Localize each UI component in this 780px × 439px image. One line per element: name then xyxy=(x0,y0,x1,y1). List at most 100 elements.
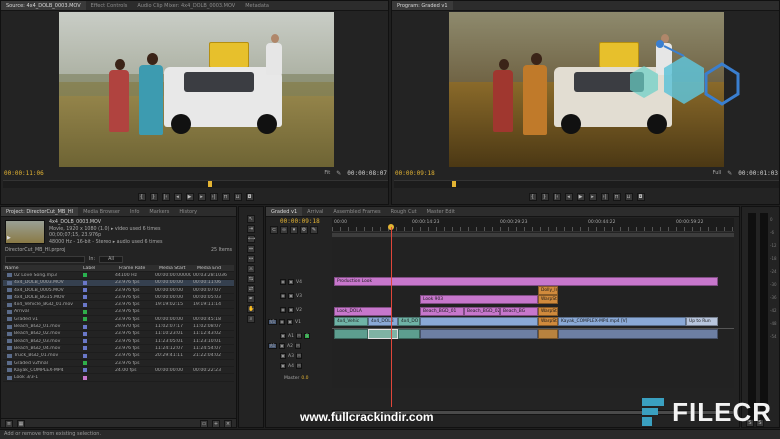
program-mini-timeline[interactable] xyxy=(394,180,779,188)
tab-media-browser[interactable]: Media Browser xyxy=(78,207,125,216)
step-back-icon[interactable]: ◂ xyxy=(173,193,182,201)
project-item-row[interactable]: Beach_BGD_03.mov 23.976 fps 11:23:05:01 11:… xyxy=(3,338,234,346)
play-icon[interactable]: ▶ xyxy=(185,193,194,201)
timeline-clip[interactable]: 4x4_Vehic xyxy=(334,317,368,326)
lock-icon[interactable]: ▣ xyxy=(280,363,286,369)
track-area[interactable]: Production Look Look 903 Dolly_In WarpSt… xyxy=(332,238,734,388)
go-to-out-icon[interactable]: ›| xyxy=(600,193,609,201)
play-icon[interactable]: ▶ xyxy=(7,235,11,241)
wrench-icon[interactable]: ✎ xyxy=(310,226,318,234)
toggle-output-icon[interactable]: ◉ xyxy=(279,319,285,325)
tab-master-edit[interactable]: Master Edit xyxy=(422,207,460,216)
timeline-timecode[interactable]: 00:00:09:18 xyxy=(280,218,320,225)
mute-icon[interactable]: M xyxy=(295,333,302,339)
timeline-clip[interactable]: 4x4_DO xyxy=(398,317,420,326)
tab-effect-controls[interactable]: Effect Controls xyxy=(86,1,133,10)
label-color-swatch[interactable] xyxy=(83,346,87,351)
rate-stretch-tool-icon[interactable]: ↔ xyxy=(247,255,255,263)
tab-info[interactable]: Info xyxy=(125,207,144,216)
timeline-clip[interactable]: Up to Run xyxy=(686,317,718,326)
icon-view-icon[interactable]: ▦ xyxy=(17,420,25,427)
timeline-clip[interactable]: WarpSt xyxy=(538,317,558,326)
master-volume[interactable]: 0.0 xyxy=(301,376,308,381)
in-select[interactable]: All xyxy=(99,256,124,263)
step-back-icon[interactable]: ◂ xyxy=(564,193,573,201)
source-mini-timeline[interactable] xyxy=(3,180,388,188)
trash-icon[interactable]: × xyxy=(224,420,232,427)
tab-audio-clip-mixer[interactable]: Audio Clip Mixer: 4x4_DOLB_0003.MOV xyxy=(132,1,240,10)
label-color-swatch[interactable] xyxy=(83,280,87,285)
mark-out-icon[interactable]: } xyxy=(540,193,549,201)
razor-tool-icon[interactable]: ⚔ xyxy=(247,265,255,273)
lock-icon[interactable]: ▣ xyxy=(279,343,285,349)
source-playhead-icon[interactable] xyxy=(208,181,212,187)
slide-tool-icon[interactable]: ⇄ xyxy=(247,285,255,293)
lock-icon[interactable]: ▣ xyxy=(280,353,286,359)
settings-icon[interactable]: ⚙ xyxy=(300,226,308,234)
timeline-clip[interactable]: WarpSt xyxy=(538,295,558,304)
audio-clip[interactable] xyxy=(558,329,718,339)
selection-tool-icon[interactable]: ↖ xyxy=(247,215,255,223)
label-color-swatch[interactable] xyxy=(83,339,87,344)
audio-clip[interactable] xyxy=(368,329,398,339)
export-frame-icon[interactable]: ◘ xyxy=(245,193,254,201)
tab-history[interactable]: History xyxy=(174,207,202,216)
project-item-row[interactable]: Kayak_COMPLEX-MP4 24.00 fps 00:00:00:00 00:… xyxy=(3,367,234,375)
new-bin-icon[interactable]: ▭ xyxy=(200,420,208,427)
toggle-output-icon[interactable]: ◉ xyxy=(280,293,286,299)
audio-clip[interactable] xyxy=(538,329,558,339)
wrench-icon[interactable]: ✎ xyxy=(336,170,341,177)
project-item-row[interactable]: 02 Love Song.mp3 44100 Hz 00:00:00:00000 00… xyxy=(3,272,234,280)
label-color-swatch[interactable] xyxy=(83,368,87,373)
label-color-swatch[interactable] xyxy=(83,324,87,329)
tab-program[interactable]: Program: Graded v1 xyxy=(392,1,453,10)
play-icon[interactable]: ▶ xyxy=(576,193,585,201)
new-item-icon[interactable]: + xyxy=(212,420,220,427)
mute-icon[interactable]: M xyxy=(295,363,302,369)
go-to-out-icon[interactable]: ›| xyxy=(209,193,218,201)
label-color-swatch[interactable] xyxy=(83,295,87,300)
project-item-row[interactable]: Beach_BGD_01.mov 29.970 fps 11:02:07:17 11:… xyxy=(3,323,234,331)
label-color-swatch[interactable] xyxy=(83,317,87,322)
col-media-end-header[interactable]: Media End xyxy=(195,266,233,271)
project-item-row[interactable]: 4x4_DOLB_BG15.MOV 23.976 fps 00:00:00:00 00… xyxy=(3,294,234,302)
label-color-swatch[interactable] xyxy=(83,353,87,358)
snap-icon[interactable]: ⊂ xyxy=(270,226,278,234)
lock-icon[interactable]: ▣ xyxy=(288,307,294,313)
tab-arrival[interactable]: Arrival xyxy=(302,207,328,216)
program-fit-select[interactable]: Full xyxy=(713,170,722,176)
source-patch-v1[interactable]: V1 xyxy=(268,319,277,325)
pen-tool-icon[interactable]: ✒ xyxy=(247,295,255,303)
lock-icon[interactable]: ▣ xyxy=(287,319,293,325)
add-marker-icon[interactable]: ▾ xyxy=(290,226,298,234)
tab-markers[interactable]: Markers xyxy=(144,207,174,216)
project-item-row[interactable]: Arrival 23.976 fps xyxy=(3,309,234,317)
label-color-swatch[interactable] xyxy=(83,273,87,278)
toggle-output-icon[interactable]: ◉ xyxy=(280,307,286,313)
timeline-ruler[interactable]: 00:00 00:00:14:23 00:00:29:23 00:00:44:2… xyxy=(332,218,734,232)
playhead-line[interactable] xyxy=(391,227,392,407)
col-media-start-header[interactable]: Media Start xyxy=(157,266,195,271)
track-select-tool-icon[interactable]: ⇥ xyxy=(247,225,255,233)
project-item-row[interactable]: Look 3/3-1 xyxy=(3,374,234,382)
program-playhead-icon[interactable] xyxy=(452,181,456,187)
insert-icon[interactable]: ⊓ xyxy=(221,193,230,201)
ripple-edit-tool-icon[interactable]: ⟷ xyxy=(247,235,255,243)
source-fit-select[interactable]: Fit xyxy=(324,170,330,176)
rolling-edit-tool-icon[interactable]: ⇔ xyxy=(247,245,255,253)
tab-project[interactable]: Project: DirectorCut_MB_HI xyxy=(1,207,79,216)
timeline-clip[interactable]: Kayak_COMPLEX-MP4.mp4 [V] xyxy=(558,317,686,326)
go-to-in-icon[interactable]: |‹ xyxy=(552,193,561,201)
mute-icon[interactable]: M xyxy=(295,353,302,359)
mark-in-icon[interactable]: { xyxy=(528,193,537,201)
mark-out-icon[interactable]: } xyxy=(149,193,158,201)
tab-assembled-frames[interactable]: Assembled Frames xyxy=(328,207,385,216)
audio-clip[interactable] xyxy=(420,329,538,339)
tab-source[interactable]: Source: 4x4_DOLB_0003.MOV xyxy=(1,1,86,10)
timeline-clip[interactable]: Beach_BGD_02 xyxy=(464,307,500,316)
col-label-header[interactable]: Label xyxy=(81,266,117,271)
label-color-swatch[interactable] xyxy=(83,331,87,336)
source-current-timecode[interactable]: 00:00:11:06 xyxy=(4,170,44,177)
tab-metadata[interactable]: Metadata xyxy=(240,1,274,10)
label-color-swatch[interactable] xyxy=(83,309,87,314)
